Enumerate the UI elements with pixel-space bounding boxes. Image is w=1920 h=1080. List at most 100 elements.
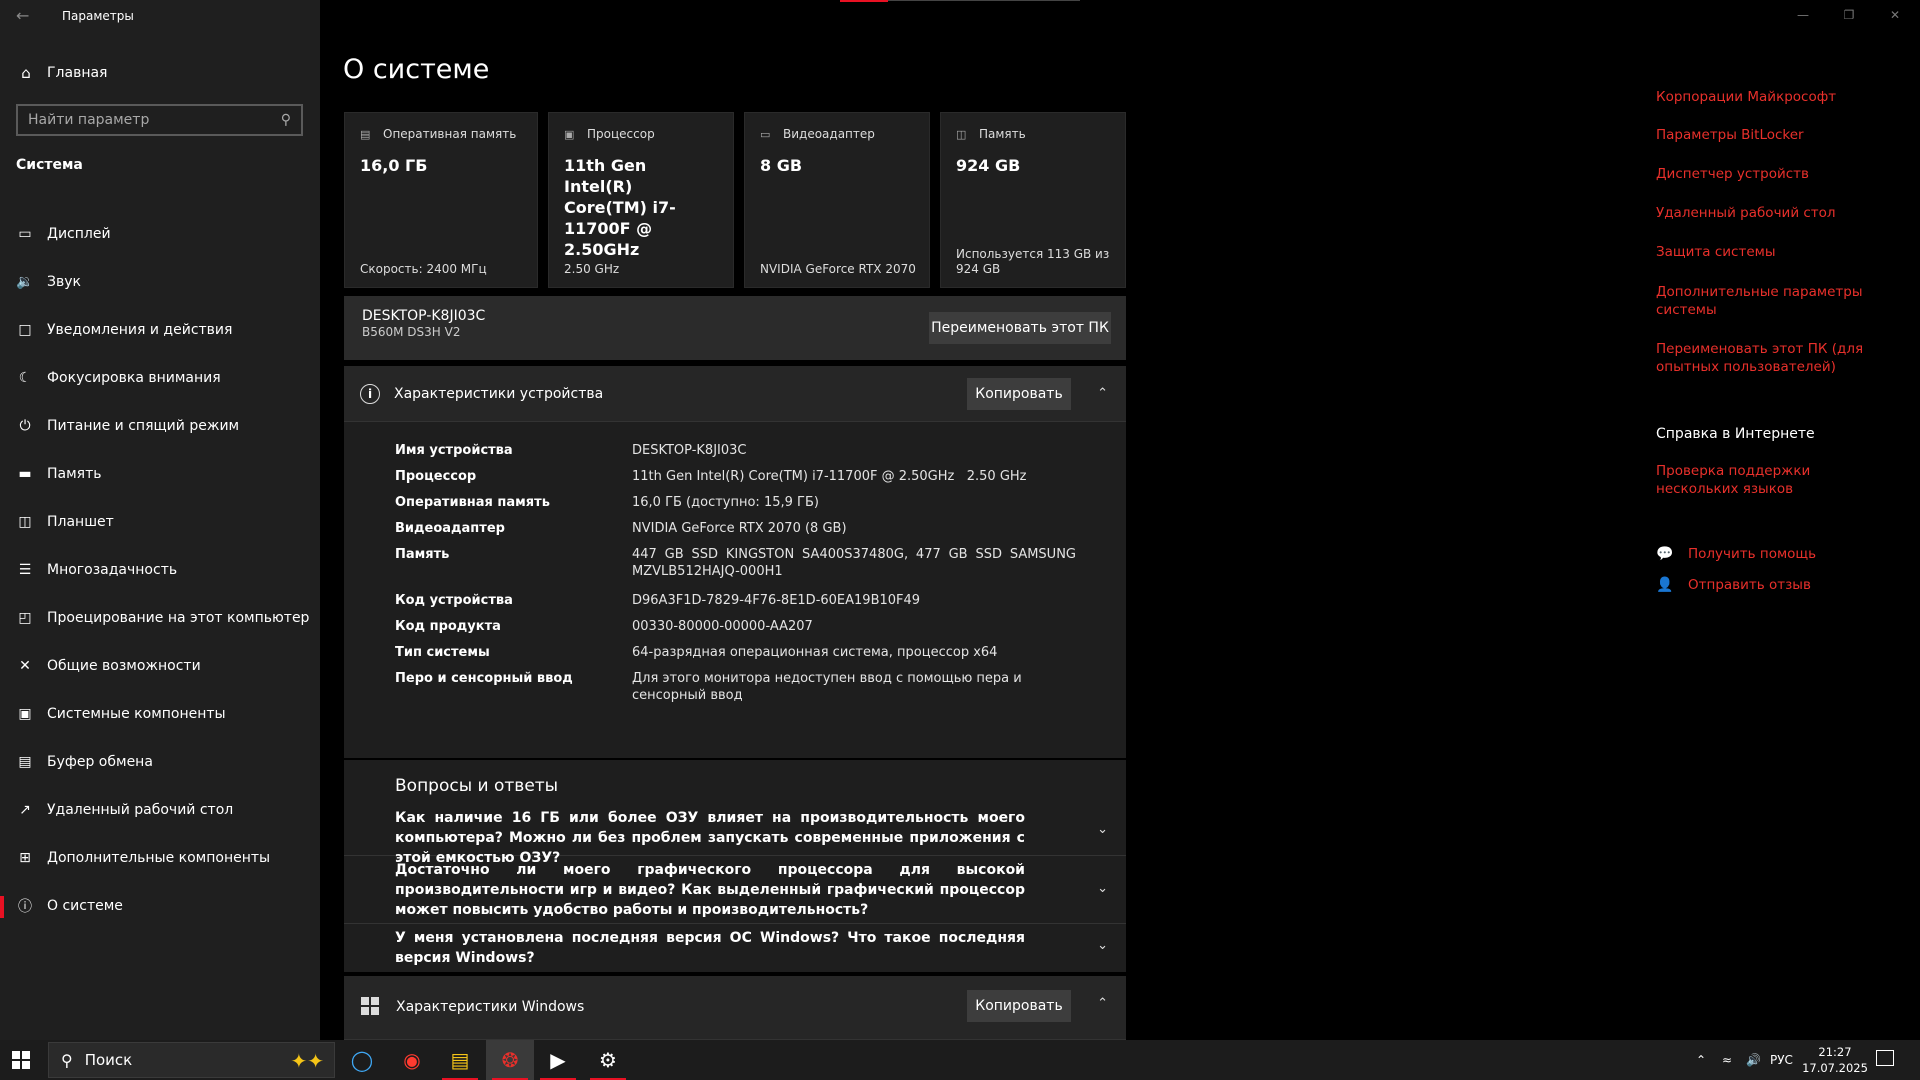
sidebar-item-label: Многозадачность: [47, 562, 178, 578]
taskbar: ⚲ Поиск ✦✦ ◯ ◉ ▤ ❂ ▶ ⚙ ⌃ ≈ 🔊 РУС 21:27 1…: [0, 1040, 1920, 1080]
card-header: Память: [979, 127, 1026, 141]
faq-question: Достаточно ли моего графического процесс…: [395, 862, 1025, 918]
notification-center-icon[interactable]: [1876, 1050, 1894, 1066]
app-icon[interactable]: ❂: [486, 1040, 534, 1080]
card-sub: 2.50 GHz: [564, 262, 620, 276]
sidebar-item-shared[interactable]: ✕ Общие возможности: [0, 642, 320, 690]
sidebar-item-tablet[interactable]: ◫ Планшет: [0, 498, 320, 546]
tray-chevron-up-icon[interactable]: ⌃: [1696, 1040, 1706, 1080]
sidebar-item-storage[interactable]: ▬ Память: [0, 450, 320, 498]
storage-icon: ◫: [956, 128, 967, 141]
sidebar-item-notifications[interactable]: □ Уведомления и действия: [0, 306, 320, 354]
sidebar-item-sound[interactable]: 🔉 Звук: [0, 258, 320, 306]
sidebar-item-label: Уведомления и действия: [47, 322, 233, 338]
sidebar-item-extra[interactable]: ⊞ Дополнительные компоненты: [0, 834, 320, 882]
related-link-microsoft[interactable]: Корпорации Майкрософт: [1656, 88, 1886, 104]
search-icon[interactable]: ⚲: [281, 112, 291, 128]
spec-row: Процессор 11th Gen Intel(R) Core(TM) i7-1…: [395, 468, 1126, 485]
faq-item[interactable]: Как наличие 16 ГБ или более ОЗУ влияет н…: [344, 806, 1126, 866]
chevron-up-icon[interactable]: ⌃: [1097, 386, 1108, 401]
related-link-system-protection[interactable]: Защита системы: [1656, 243, 1886, 261]
card-sub: Используется 113 GB из 924 GB: [956, 247, 1110, 276]
chevron-up-icon[interactable]: ⌃: [1097, 996, 1108, 1011]
spec-value: 16,0 ГБ (доступно: 15,9 ГБ): [632, 495, 819, 510]
help-link-languages[interactable]: Проверка поддержки нескольких языков: [1656, 462, 1886, 498]
start-button[interactable]: [12, 1051, 30, 1069]
spec-key: Видеоадаптер: [395, 521, 505, 536]
power-icon: ⏻: [19, 418, 31, 434]
chevron-down-icon[interactable]: ⌄: [1097, 938, 1108, 953]
sidebar-item-multitasking[interactable]: ☰ Многозадачность: [0, 546, 320, 594]
related-link-advanced-settings[interactable]: Дополнительные параметры системы: [1656, 283, 1886, 319]
sidebar-item-about[interactable]: ⓘ О системе: [0, 882, 320, 930]
volume-icon[interactable]: 🔊: [1746, 1040, 1761, 1080]
sidebar-item-remote[interactable]: ↗ Удаленный рабочий стол: [0, 786, 320, 834]
sidebar-item-focus[interactable]: ☾ Фокусировка внимания: [0, 354, 320, 402]
sidebar-item-home[interactable]: ⌂ Главная: [0, 60, 320, 86]
file-explorer-icon[interactable]: ▤: [436, 1040, 484, 1080]
close-button[interactable]: ✕: [1872, 0, 1918, 30]
spec-row: Код продукта 00330-80000-00000-AA207: [395, 618, 1126, 635]
faq-item[interactable]: У меня установлена последняя версия ОС W…: [344, 924, 1126, 970]
settings-gear-icon[interactable]: ⚙: [584, 1040, 632, 1080]
sidebar-item-label: Память: [47, 466, 102, 482]
gpu-card: ▭ Видеоадаптер 8 GB NVIDIA GeForce RTX 20…: [744, 112, 930, 288]
faq-title: Вопросы и ответы: [395, 776, 559, 796]
rename-pc-button[interactable]: Переименовать этот ПК: [929, 312, 1111, 344]
sidebar-item-clipboard[interactable]: ▤ Буфер обмена: [0, 738, 320, 786]
sidebar-item-label: Проецирование на этот компьютер: [47, 610, 310, 626]
clock[interactable]: 21:27 17.07.2025: [1800, 1044, 1870, 1076]
edge-icon[interactable]: ◯: [338, 1040, 386, 1080]
sidebar-item-components[interactable]: ▣ Системные компоненты: [0, 690, 320, 738]
feedback-link[interactable]: 👤 Отправить отзыв: [1656, 577, 1811, 593]
device-specs-title: Характеристики устройства: [394, 385, 604, 402]
sidebar-item-label: Звук: [47, 274, 81, 290]
media-player-icon[interactable]: ▶: [534, 1040, 582, 1080]
windows-specs-title: Характеристики Windows: [396, 999, 585, 1015]
copy-device-specs-button[interactable]: Копировать: [967, 378, 1071, 410]
settings-search-box[interactable]: ⚲: [16, 104, 303, 136]
spec-row: Имя устройства DESKTOP-K8JI03C: [395, 442, 1126, 459]
related-link-rename-advanced[interactable]: Переименовать этот ПК (для опытных польз…: [1656, 340, 1886, 376]
language-indicator[interactable]: РУС: [1770, 1040, 1793, 1080]
chevron-down-icon[interactable]: ⌄: [1097, 822, 1108, 837]
related-link-device-manager[interactable]: Диспетчер устройств: [1656, 165, 1886, 183]
sidebar: ← Параметры ⌂ Главная ⚲ Система ▭ Дисплей…: [0, 0, 320, 1040]
spec-key: Имя устройства: [395, 443, 513, 458]
spec-key: Код продукта: [395, 619, 501, 634]
settings-search-input[interactable]: [28, 112, 281, 128]
device-specs-header[interactable]: i Характеристики устройства Копировать ⌃: [344, 366, 1126, 422]
related-link-remote-desktop[interactable]: Удаленный рабочий стол: [1656, 204, 1886, 222]
remote-icon: ↗: [19, 802, 31, 818]
get-help-label: Получить помощь: [1688, 546, 1817, 562]
taskbar-search-label: Поиск: [84, 1051, 133, 1069]
spec-key: Память: [395, 547, 450, 562]
restore-button[interactable]: ❐: [1826, 0, 1872, 30]
network-icon[interactable]: ≈: [1722, 1040, 1732, 1080]
yandex-browser-icon[interactable]: ◉: [388, 1040, 436, 1080]
minimize-button[interactable]: —: [1780, 0, 1826, 30]
windows-specs-header[interactable]: Характеристики Windows Копировать ⌃: [344, 976, 1126, 1040]
sidebar-item-projection[interactable]: ◰ Проецирование на этот компьютер: [0, 594, 320, 642]
taskbar-search[interactable]: ⚲ Поиск ✦✦: [48, 1042, 335, 1078]
spec-value: 64-разрядная операционная система, проце…: [632, 645, 998, 660]
display-icon: ▭: [18, 226, 32, 242]
notifications-icon: □: [18, 322, 32, 338]
copy-windows-specs-button[interactable]: Копировать: [967, 990, 1071, 1022]
sidebar-item-label: Планшет: [47, 514, 114, 530]
sidebar-item-display[interactable]: ▭ Дисплей: [0, 210, 320, 258]
sidebar-section-title: Система: [16, 157, 83, 173]
spec-value: 11th Gen Intel(R) Core(TM) i7-11700F @ 2…: [632, 469, 1027, 484]
back-arrow-icon[interactable]: ←: [16, 6, 36, 26]
chevron-down-icon[interactable]: ⌄: [1097, 881, 1108, 896]
projection-icon: ◰: [18, 610, 32, 626]
card-header: Процессор: [587, 127, 655, 141]
get-help-link[interactable]: 💬 Получить помощь: [1656, 546, 1816, 562]
sidebar-item-label: Фокусировка внимания: [47, 370, 221, 386]
card-sub: Скорость: 2400 МГц: [360, 262, 487, 276]
sidebar-item-power[interactable]: ⏻ Питание и спящий режим: [0, 402, 320, 450]
spec-key: Код устройства: [395, 593, 513, 608]
related-link-bitlocker[interactable]: Параметры BitLocker: [1656, 126, 1886, 144]
faq-item[interactable]: Достаточно ли моего графического процесс…: [344, 856, 1126, 924]
sidebar-item-label: Системные компоненты: [47, 706, 226, 722]
